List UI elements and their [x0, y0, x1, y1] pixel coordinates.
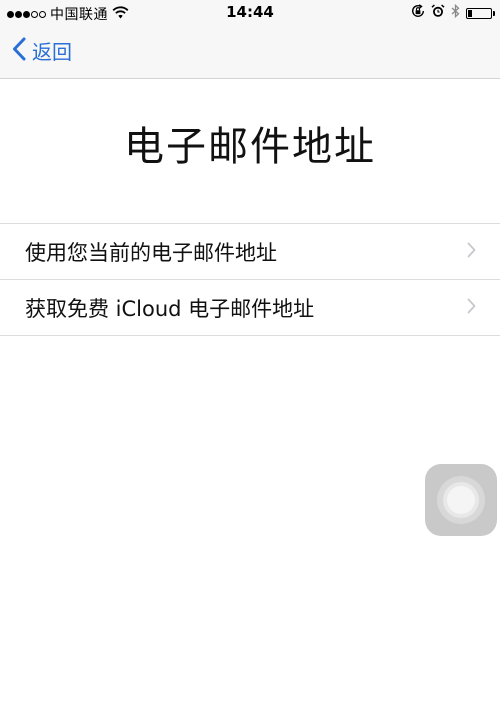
back-button[interactable]: 返回 [12, 36, 72, 65]
alarm-icon [431, 4, 445, 22]
back-label: 返回 [32, 40, 72, 64]
option-label: 使用您当前的电子邮件地址 [25, 240, 277, 265]
assistive-touch-core [447, 486, 475, 514]
option-get-icloud-email[interactable]: 获取免费 iCloud 电子邮件地址 [0, 279, 500, 335]
option-list: 使用您当前的电子邮件地址 获取免费 iCloud 电子邮件地址 [0, 223, 500, 336]
page-title: 电子邮件地址 [124, 124, 376, 170]
navigation-bar: 返回 [0, 26, 500, 79]
battery-level [468, 9, 472, 17]
status-right [411, 3, 495, 22]
battery-icon [466, 7, 495, 19]
option-label: 获取免费 iCloud 电子邮件地址 [25, 296, 315, 321]
orientation-lock-icon [411, 4, 425, 22]
chevron-right-icon [467, 242, 476, 262]
bluetooth-icon [451, 3, 460, 22]
chevron-right-icon [467, 298, 476, 318]
assistive-touch-button[interactable] [425, 464, 497, 536]
chevron-left-icon [12, 37, 26, 65]
option-use-current-email[interactable]: 使用您当前的电子邮件地址 [0, 224, 500, 279]
status-bar: 中国联通 14:44 [0, 0, 500, 26]
